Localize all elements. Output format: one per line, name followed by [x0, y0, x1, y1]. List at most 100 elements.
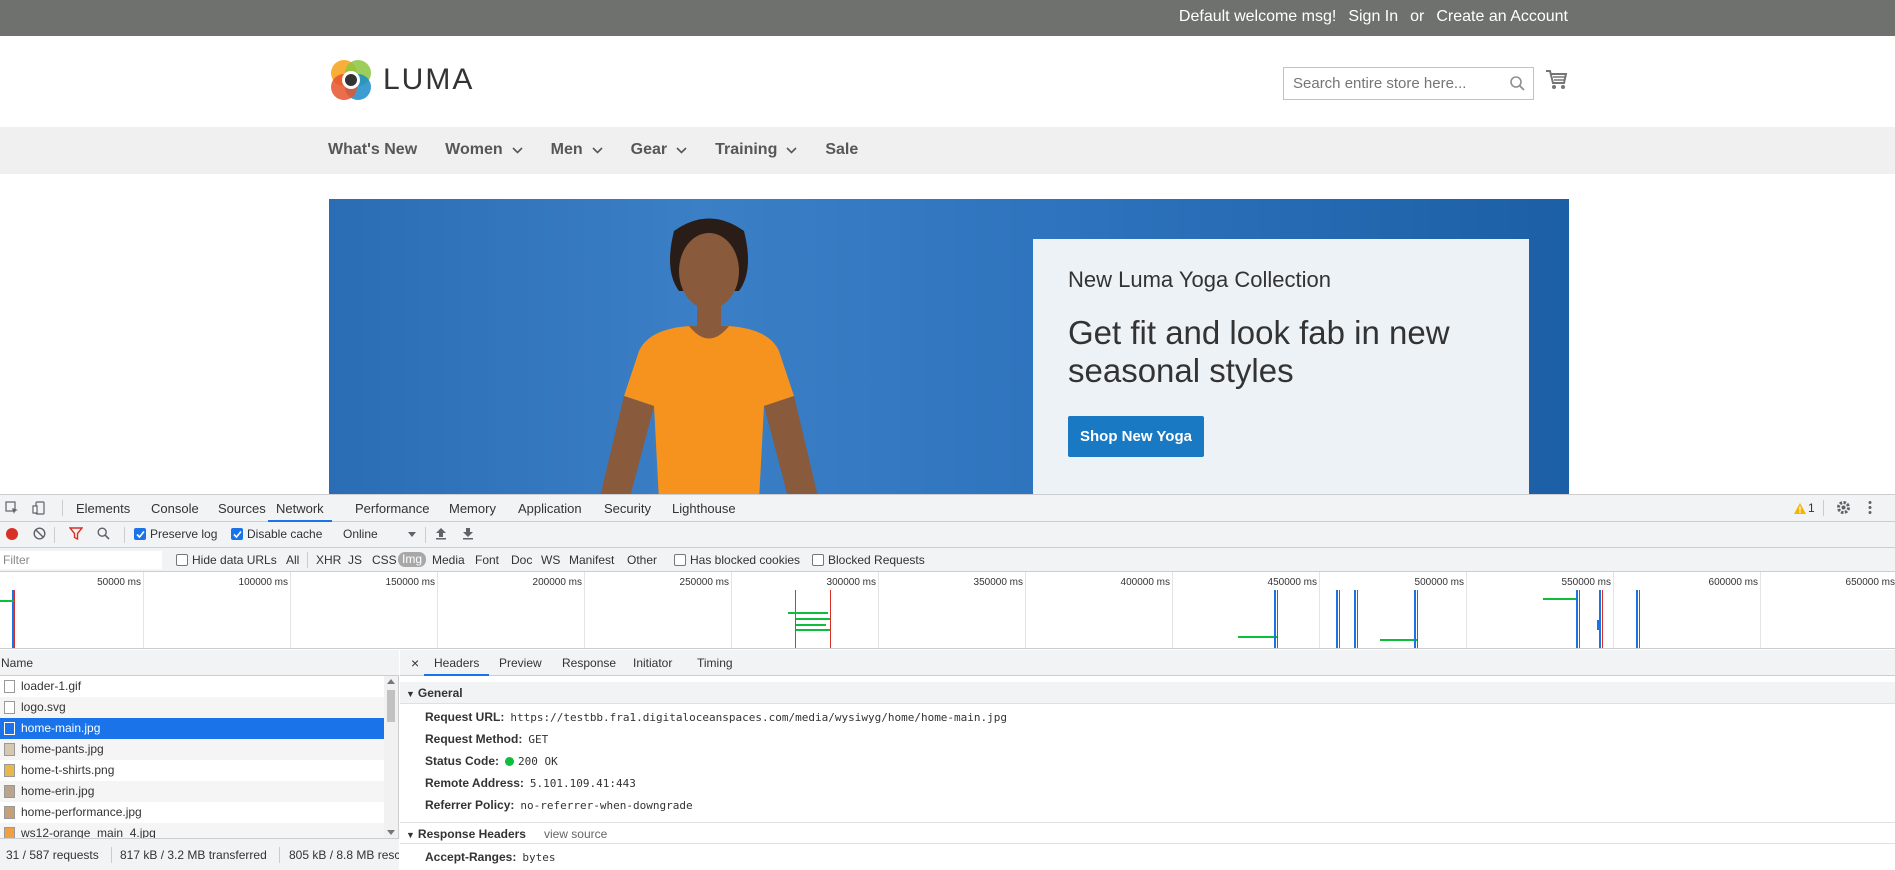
tab-sources[interactable]: Sources [218, 495, 266, 522]
hero-banner[interactable]: New Luma Yoga Collection Get fit and loo… [329, 199, 1569, 494]
create-account-link[interactable]: Create an Account [1436, 8, 1568, 26]
scroll-up-arrow-icon[interactable] [387, 679, 395, 684]
view-source-link[interactable]: view source [544, 827, 607, 841]
request-row[interactable]: home-pants.jpg [0, 739, 384, 760]
filter-funnel-icon [69, 527, 83, 540]
timeline-gridline [584, 572, 585, 648]
cart-icon[interactable] [1545, 69, 1568, 96]
blocked-requests-checkbox[interactable]: Blocked Requests [812, 553, 925, 567]
nav-item-men[interactable]: Men [551, 141, 603, 159]
tab-response[interactable]: Response [562, 650, 616, 676]
filter-type-doc[interactable]: Doc [511, 553, 532, 567]
load-event-marker [1417, 590, 1418, 648]
luma-logo[interactable]: LUMA [329, 58, 474, 102]
more-options-icon[interactable] [1868, 500, 1872, 518]
hide-data-urls-checkbox[interactable]: Hide data URLs [176, 553, 277, 567]
request-waterfall-bar [1354, 590, 1356, 648]
general-section-header[interactable]: ▼ General [400, 682, 1895, 704]
request-row[interactable]: home-performance.jpg [0, 802, 384, 823]
request-waterfall-bar [1543, 598, 1577, 600]
tab-headers[interactable]: Headers [424, 650, 490, 676]
filter-type-img[interactable]: Img [398, 552, 427, 567]
scrollbar-thumb[interactable] [387, 690, 395, 722]
tab-performance[interactable]: Performance [355, 495, 429, 522]
disable-cache-checkbox[interactable]: Disable cache [231, 527, 322, 541]
filter-type-ws[interactable]: WS [541, 553, 560, 567]
nav-item-women[interactable]: Women [445, 141, 523, 159]
tab-memory[interactable]: Memory [449, 495, 496, 522]
nav-item-sale[interactable]: Sale [825, 141, 858, 159]
throttling-select[interactable]: Online [343, 527, 416, 541]
request-row[interactable]: home-erin.jpg [0, 781, 384, 802]
nav-item-gear[interactable]: Gear [631, 141, 687, 159]
timeline-gridline [437, 572, 438, 648]
dropdown-arrow-icon [407, 531, 416, 537]
request-row[interactable]: loader-1.gif [0, 676, 384, 697]
welcome-message: Default welcome msg! [1178, 8, 1337, 25]
filter-type-all[interactable]: All [286, 553, 299, 567]
detail-tab-bar: × Headers Preview Response Initiator Tim… [400, 650, 1895, 676]
filter-type-js[interactable]: JS [348, 553, 362, 567]
settings-gear-icon[interactable] [1836, 500, 1851, 518]
filter-toggle-button[interactable] [69, 527, 83, 540]
request-list-scrollbar[interactable] [384, 676, 398, 838]
tab-initiator[interactable]: Initiator [633, 650, 672, 676]
image-thumbnail-icon [4, 827, 15, 838]
close-detail-icon[interactable]: × [411, 650, 419, 676]
warning-counter[interactable]: 1 [1794, 501, 1815, 515]
load-event-marker [1639, 590, 1640, 648]
nav-label: Sale [825, 141, 859, 158]
tab-preview[interactable]: Preview [499, 650, 542, 676]
request-name: ws12-orange_main_4.jpg [21, 826, 156, 838]
device-toolbar-icon[interactable] [32, 501, 46, 518]
tab-security[interactable]: Security [604, 495, 651, 522]
nav-item-training[interactable]: Training [715, 141, 797, 159]
search-input[interactable] [1284, 68, 1504, 99]
tab-console[interactable]: Console [151, 495, 199, 522]
name-column-header[interactable]: Name [0, 650, 399, 676]
filter-type-xhr[interactable]: XHR [316, 553, 341, 567]
timeline-gridline [143, 572, 144, 648]
clear-button[interactable] [33, 527, 46, 540]
checkbox-unchecked-icon [176, 554, 188, 566]
request-waterfall-bar [796, 618, 830, 620]
network-overview-timeline[interactable]: 50000 ms 100000 ms 150000 ms 200000 ms 2… [0, 572, 1895, 649]
request-row[interactable]: logo.svg [0, 697, 384, 718]
status-code-value: 200 OK [518, 755, 558, 768]
or-text: or [1410, 8, 1425, 25]
filter-input[interactable]: Filter [0, 551, 162, 569]
tab-elements[interactable]: Elements [76, 495, 130, 522]
tab-timing[interactable]: Timing [697, 650, 733, 676]
tab-application[interactable]: Application [518, 495, 582, 522]
search-network-button[interactable] [97, 527, 110, 540]
filter-type-css[interactable]: CSS [372, 553, 397, 567]
tab-network[interactable]: Network [268, 495, 332, 522]
record-button[interactable] [5, 527, 19, 541]
network-toolbar: Preserve log Disable cache Online [0, 522, 1895, 548]
sign-in-link[interactable]: Sign In [1348, 8, 1398, 26]
request-row[interactable]: ws12-orange_main_4.jpg [0, 823, 384, 838]
filter-type-other[interactable]: Other [627, 553, 657, 567]
has-blocked-cookies-checkbox[interactable]: Has blocked cookies [674, 553, 800, 567]
search-icon[interactable] [1510, 76, 1525, 96]
request-row-selected[interactable]: home-main.jpg [0, 718, 384, 739]
chevron-down-icon [676, 146, 687, 154]
inspect-element-icon[interactable] [5, 501, 19, 518]
nav-item-whats-new[interactable]: What's New [328, 141, 417, 159]
preserve-log-checkbox[interactable]: Preserve log [134, 527, 217, 541]
filter-type-manifest[interactable]: Manifest [569, 553, 614, 567]
tab-lighthouse[interactable]: Lighthouse [672, 495, 736, 522]
export-har-button[interactable] [462, 527, 474, 540]
filter-type-media[interactable]: Media [432, 553, 465, 567]
response-headers-section-header[interactable]: ▼ Response Headers view source [400, 822, 1895, 844]
timeline-gridline [1319, 572, 1320, 648]
import-har-button[interactable] [435, 527, 447, 540]
scroll-down-arrow-icon[interactable] [387, 830, 395, 835]
search-box[interactable] [1283, 67, 1534, 100]
search-icon [97, 527, 110, 540]
shop-new-yoga-button[interactable]: Shop New Yoga [1068, 416, 1204, 457]
filter-type-font[interactable]: Font [475, 553, 499, 567]
timeline-tick-label: 100000 ms [238, 577, 288, 588]
accept-ranges-label: Accept-Ranges: [425, 850, 517, 864]
request-row[interactable]: home-t-shirts.png [0, 760, 384, 781]
